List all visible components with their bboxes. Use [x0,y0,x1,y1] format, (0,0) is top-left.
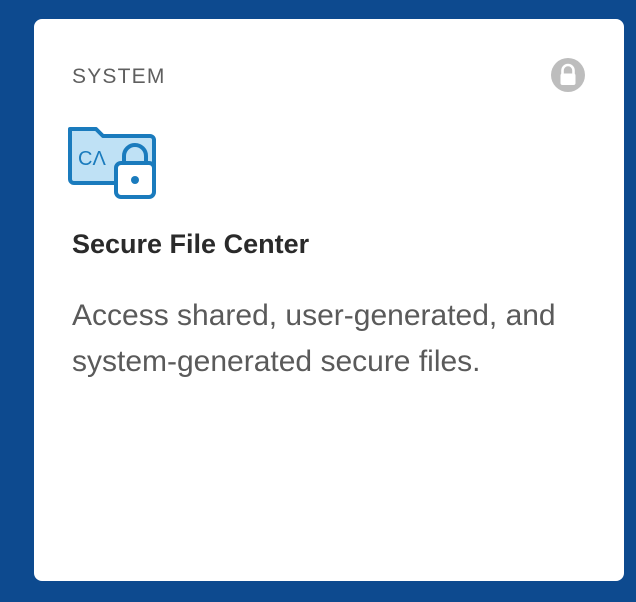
card-description: Access shared, user-generated, and syste… [72,299,556,378]
app-card-secure-file-center[interactable]: SYSTEM CΛ Secure File Center Access shar… [34,19,624,581]
secure-folder-icon: CΛ [66,119,162,203]
page-background: SYSTEM CΛ Secure File Center Access shar… [0,0,636,602]
card-category-label: SYSTEM [72,65,166,88]
card-title: Secure File Center [72,229,310,259]
lock-icon [550,57,586,93]
app-icon-mark: CΛ [78,148,106,170]
